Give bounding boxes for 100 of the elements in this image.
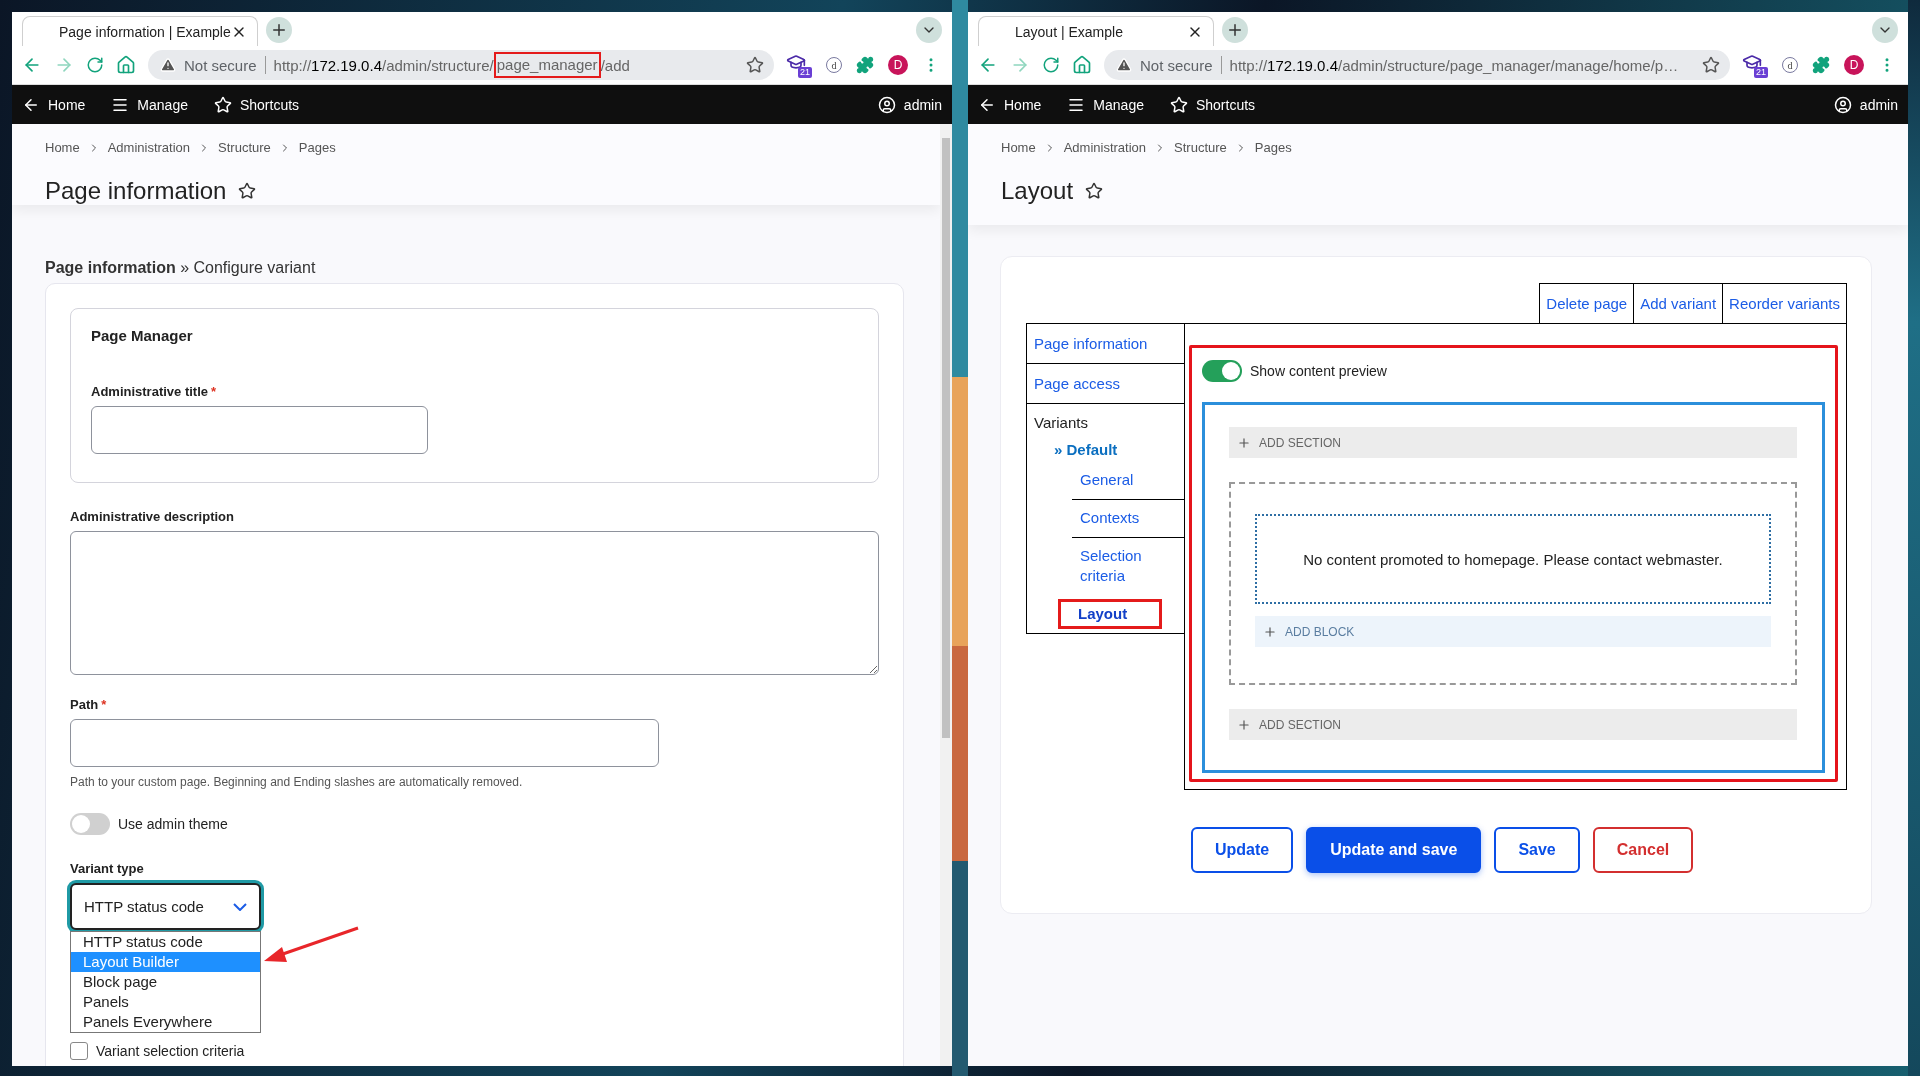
toolbar-label: Manage	[1093, 96, 1144, 113]
field-label: Path	[70, 697, 99, 712]
action-tab[interactable]: Add variant	[1634, 283, 1724, 323]
user-name: admin	[903, 96, 942, 113]
user-icon	[877, 95, 896, 114]
nav-link[interactable]: Contexts	[1072, 500, 1184, 538]
field-description: Path to your custom page. Beginning and Ending slashes are automatically removed.	[70, 775, 524, 789]
text-input[interactable]	[91, 406, 428, 454]
form-button[interactable]: Cancel	[1592, 827, 1694, 873]
bookmark-star-icon[interactable]	[1702, 56, 1720, 74]
puzzle-icon[interactable]	[1812, 56, 1830, 74]
nav-link[interactable]: Page information	[1027, 324, 1184, 364]
nav-link[interactable]: Selection criteria	[1072, 538, 1184, 595]
badge-count: 21	[1754, 67, 1768, 78]
section-heading: Page information » Configure variant	[45, 259, 317, 277]
breadcrumb-link[interactable]: Structure	[1174, 140, 1227, 155]
fieldset-legend: Page Manager	[91, 327, 854, 344]
form-button[interactable]: Save	[1494, 827, 1580, 873]
user-menu[interactable]: admin	[877, 95, 942, 114]
toolbar-link[interactable]: Shortcuts	[213, 95, 300, 114]
nav-link[interactable]: General	[1072, 462, 1184, 500]
action-tab[interactable]: Reorder variants	[1723, 283, 1847, 323]
new-tab-button[interactable]	[1222, 17, 1248, 43]
reload-icon[interactable]	[1042, 56, 1060, 74]
warning-icon	[1116, 57, 1132, 73]
star-icon	[213, 95, 232, 114]
home-icon[interactable]	[116, 55, 136, 75]
required-mark: *	[101, 697, 107, 712]
home-icon[interactable]	[1072, 55, 1092, 75]
reload-icon[interactable]	[86, 56, 104, 74]
toolbar-label: Manage	[137, 96, 188, 113]
textarea-input[interactable]	[70, 531, 879, 675]
puzzle-icon[interactable]	[856, 56, 874, 74]
checkbox[interactable]	[70, 1042, 88, 1060]
action-tab[interactable]: Delete page	[1539, 283, 1635, 323]
toolbar-link[interactable]: Manage	[111, 95, 188, 114]
toggle-switch[interactable]	[70, 813, 110, 835]
security-label: Not secure	[1140, 56, 1213, 74]
plus-icon	[1237, 717, 1251, 732]
text-input[interactable]	[70, 719, 659, 767]
plus-icon	[1226, 21, 1244, 39]
address-bar[interactable]: Not secure http://172.19.0.4/admin/structure/page_manager/manage/home/p…	[1104, 50, 1730, 80]
security-label: Not secure	[184, 56, 257, 74]
scrollbar[interactable]	[940, 124, 952, 1066]
add-section-button[interactable]: ADD SECTION	[1229, 427, 1797, 458]
tab-search-button[interactable]	[916, 17, 942, 43]
url-text: 172.19.0.4	[311, 56, 382, 74]
user-menu[interactable]: admin	[1833, 95, 1898, 114]
toolbar-label: Home	[1004, 96, 1042, 113]
nav-link[interactable]: Layout	[1058, 599, 1162, 629]
profile-avatar[interactable]: D	[888, 55, 908, 75]
warning-icon	[160, 57, 176, 73]
page-title: Layout	[1001, 177, 1074, 205]
breadcrumb-link[interactable]: Home	[45, 140, 80, 155]
breadcrumb-link[interactable]: Pages	[1254, 140, 1292, 155]
toolbar-label: Shortcuts	[239, 96, 300, 113]
field-label: Administrative title	[91, 384, 209, 399]
url-text: 172.19.0.4	[1267, 56, 1338, 74]
toolbar-link[interactable]: Manage	[1067, 95, 1144, 114]
toggle-label: Use admin theme	[118, 816, 228, 832]
toolbar-link[interactable]: Home	[22, 95, 86, 114]
form-button[interactable]: Update	[1191, 827, 1294, 873]
toolbar-label: Home	[48, 96, 86, 113]
checkbox-label: Variant selection criteria	[96, 1043, 245, 1059]
breadcrumb-link[interactable]: Pages	[298, 140, 336, 155]
badge-count: 21	[798, 67, 812, 78]
toolbar-link[interactable]: Shortcuts	[1169, 95, 1256, 114]
add-block-button[interactable]: ADD BLOCK	[1255, 616, 1771, 647]
breadcrumb-link[interactable]: Administration	[1063, 140, 1147, 155]
nav-link[interactable]: » Default	[1054, 441, 1184, 458]
select-field[interactable]: HTTP status code	[70, 883, 261, 930]
toolbar-link[interactable]: Home	[978, 95, 1042, 114]
add-section-button[interactable]: ADD SECTION	[1229, 709, 1797, 740]
star-icon[interactable]	[1085, 182, 1104, 200]
content-block: No content promoted to homepage. Please contact webmaster.	[1255, 514, 1771, 604]
url-text: /admin/structure/	[382, 56, 494, 74]
plus-icon	[1263, 624, 1277, 639]
star-icon[interactable]	[238, 182, 257, 200]
breadcrumb-link[interactable]: Administration	[107, 140, 191, 155]
form-button[interactable]: Update and save	[1306, 827, 1482, 873]
browser-tab[interactable]: Page information | Example	[22, 16, 258, 46]
url-text: /add	[600, 56, 630, 74]
bookmark-star-icon[interactable]	[746, 56, 764, 74]
tab-search-button[interactable]	[1872, 17, 1898, 43]
page-title: Page information	[45, 177, 227, 205]
toggle-label: Show content preview	[1250, 363, 1387, 379]
nav-link[interactable]: Page access	[1027, 364, 1184, 404]
breadcrumb-link[interactable]: Structure	[218, 140, 271, 155]
browser-tab[interactable]: Layout | Example	[978, 16, 1214, 46]
new-tab-button[interactable]	[266, 17, 292, 43]
address-bar[interactable]: Not secure http://172.19.0.4/admin/structure/ page_manager /add	[148, 50, 774, 80]
profile-avatar[interactable]: D	[1844, 55, 1864, 75]
breadcrumb-link[interactable]: Home	[1001, 140, 1036, 155]
nav-group-label: Variants	[1034, 414, 1089, 431]
toggle-switch[interactable]	[1202, 360, 1242, 382]
user-name: admin	[1859, 96, 1898, 113]
field-label: Variant type	[70, 861, 144, 876]
star-icon	[1169, 95, 1188, 114]
user-icon	[1833, 95, 1852, 114]
plus-icon	[270, 21, 288, 39]
